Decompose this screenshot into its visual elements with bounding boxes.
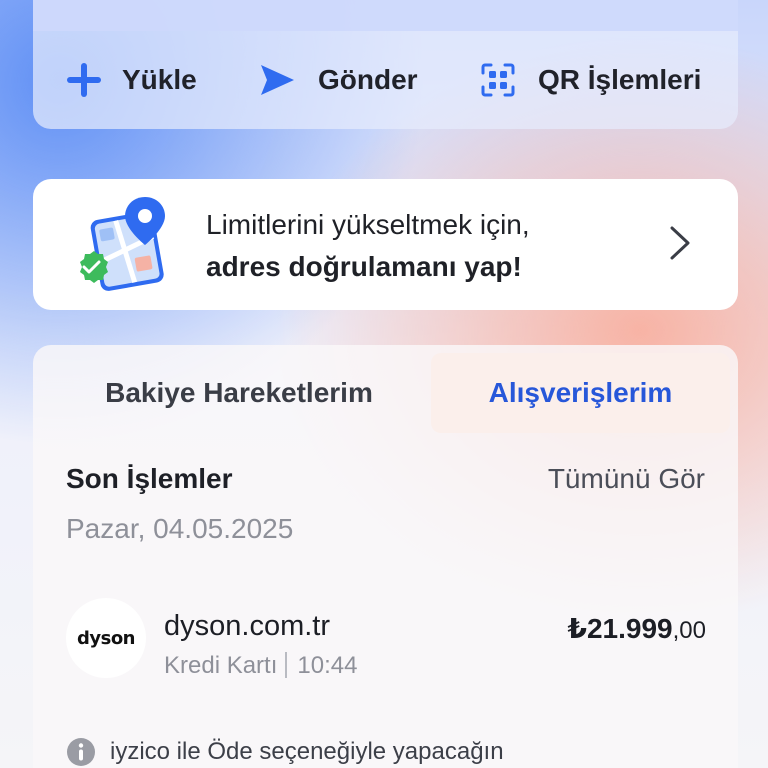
amount-main: ₺21.999 <box>567 613 673 644</box>
transactions-panel: Bakiye Hareketlerim Alışverişlerim Son İ… <box>33 345 738 768</box>
address-verification-banner[interactable]: Limitlerini yükseltmek için, adres doğru… <box>33 179 738 310</box>
payment-method: Kredi Kartı <box>164 652 278 679</box>
transaction-amount: ₺21.999,00 <box>568 612 707 645</box>
qr-operations-button[interactable]: QR İşlemleri <box>480 60 701 100</box>
info-note-text: iyzico ile Öde seçeneğiyle yapacağın <box>110 738 504 765</box>
transaction-row[interactable]: dyson dyson.com.tr Kredi Kartı 10:44 ₺21.… <box>66 598 706 682</box>
card-top-strip <box>33 0 738 31</box>
transaction-date: Pazar, 04.05.2025 <box>66 513 294 544</box>
see-all-link[interactable]: Tümünü Gör <box>548 463 705 495</box>
tab-shopping[interactable]: Alışverişlerim <box>431 353 730 433</box>
send-icon <box>261 65 294 95</box>
meta-divider <box>285 652 288 678</box>
info-icon <box>67 738 95 766</box>
quick-actions-card: Yükle Gönder QR İşlemleri <box>33 0 738 129</box>
banner-text-line1: Limitlerini yükseltmek için, <box>206 209 530 240</box>
tab-balance-movements[interactable]: Bakiye Hareketlerim <box>43 353 435 433</box>
transaction-time: 10:44 <box>297 652 358 679</box>
chevron-right-icon <box>670 226 690 260</box>
merchant-name: dyson.com.tr <box>164 610 330 642</box>
info-note: iyzico ile Öde seçeneğiyle yapacağın <box>66 737 504 767</box>
send-button[interactable]: Gönder <box>258 60 418 100</box>
merchant-logo: dyson <box>66 598 146 678</box>
transaction-meta: Kredi Kartı 10:44 <box>164 652 357 680</box>
banner-text-line2: adres doğrulamanı yap! <box>206 251 522 282</box>
qr-operations-label: QR İşlemleri <box>538 64 702 95</box>
load-button[interactable]: Yükle <box>65 60 197 100</box>
amount-decimal: ,00 <box>672 617 706 644</box>
send-label: Gönder <box>318 64 418 95</box>
quick-actions: Yükle Gönder QR İşlemleri <box>33 40 738 120</box>
map-pin-illustration <box>80 197 165 291</box>
qr-scan-icon <box>481 63 515 97</box>
plus-icon <box>67 63 101 97</box>
recent-transactions-title: Son İşlemler <box>66 463 233 494</box>
load-label: Yükle <box>122 64 197 95</box>
